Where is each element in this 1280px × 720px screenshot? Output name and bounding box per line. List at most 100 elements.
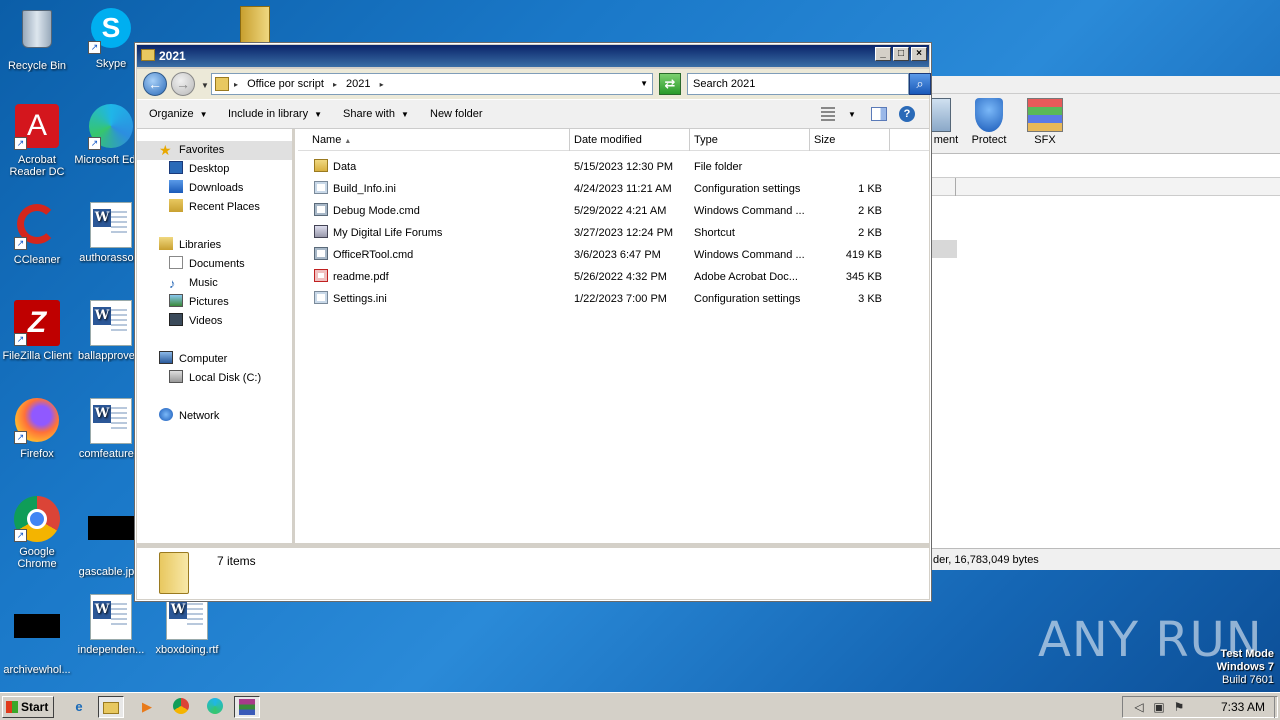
refresh-button[interactable]: ⇄ <box>659 73 681 95</box>
nav-item-videos[interactable]: Videos <box>137 312 222 331</box>
view-options-icon[interactable] <box>821 107 835 121</box>
window-titlebar[interactable]: 2021 _ □ × <box>137 45 929 67</box>
recent-pages-dropdown-icon[interactable]: ▼ <box>201 81 209 90</box>
file-name: Data <box>333 161 357 173</box>
nav-item-local-disk[interactable]: Local Disk (C:) <box>137 369 261 388</box>
media-player-icon[interactable]: ▶ <box>134 696 160 718</box>
desktop-icon-filezilla[interactable]: Z ↗ FileZilla Client <box>0 300 74 362</box>
file-row[interactable]: My Digital Life Forums 3/27/2023 12:24 PM… <box>298 222 929 244</box>
file-row[interactable]: OfficeRTool.cmd 3/6/2023 6:47 PM Windows C… <box>298 244 929 266</box>
breadcrumb-2021[interactable]: 2021 <box>346 74 370 94</box>
column-header-size[interactable]: Size <box>810 129 890 151</box>
preview-pane-icon[interactable] <box>871 107 887 121</box>
column-header-date[interactable]: Date modified <box>570 129 690 151</box>
maximize-button[interactable]: □ <box>893 47 909 61</box>
file-date: 5/26/2022 4:32 PM <box>574 271 667 283</box>
network-tray-icon[interactable]: ▣ <box>1151 699 1167 715</box>
edge-taskbar-icon[interactable] <box>202 696 228 718</box>
sort-ascending-icon: ▲ <box>344 138 352 145</box>
details-pane: 7 items <box>137 545 929 599</box>
shortcut-arrow-icon: ↗ <box>14 529 27 542</box>
nav-item-computer[interactable]: Computer <box>137 350 227 369</box>
winrar-taskbar-icon[interactable] <box>234 696 260 718</box>
desktop-icon-label: xboxdoing.rtf <box>155 644 219 656</box>
help-icon[interactable]: ? <box>899 106 915 122</box>
file-row[interactable]: Data 5/15/2023 12:30 PM File folder <box>298 156 929 178</box>
nav-item-pictures[interactable]: Pictures <box>137 293 229 312</box>
breadcrumb-separator-icon[interactable]: ▸ <box>380 80 384 89</box>
start-button[interactable]: Start <box>2 696 54 718</box>
file-date: 3/6/2023 6:47 PM <box>574 249 661 261</box>
desktop-icon-firefox[interactable]: ↗ Firefox <box>0 398 74 460</box>
show-desktop-button[interactable] <box>1274 696 1280 718</box>
nav-item-libraries[interactable]: Libraries <box>137 236 221 255</box>
desktop-icon-chrome[interactable]: ↗ Google Chrome <box>0 496 74 570</box>
file-row[interactable]: Debug Mode.cmd 5/29/2022 4:21 AM Windows C… <box>298 200 929 222</box>
file-row[interactable]: Build_Info.ini 4/24/2023 11:21 AM Configur… <box>298 178 929 200</box>
pdf-icon <box>314 269 328 282</box>
item-count: 7 items <box>217 554 256 568</box>
action-center-flag-icon[interactable]: ⚑ <box>1171 699 1187 715</box>
toolbar-sfx-button[interactable]: SFX <box>1023 98 1067 146</box>
file-row[interactable]: readme.pdf 5/26/2022 4:32 PM Adobe Acrobat… <box>298 266 929 288</box>
nav-item-favorites[interactable]: ★ Favorites <box>137 141 292 160</box>
address-bar[interactable]: ▸ Office por script ▸ 2021 ▸ ▼ <box>211 73 653 95</box>
search-input[interactable]: Search 2021 <box>687 73 909 95</box>
desktop-icon-independen[interactable]: W independen... <box>74 594 148 656</box>
back-button[interactable]: ← <box>143 72 167 96</box>
desktop-icon-label: Recycle Bin <box>7 60 67 72</box>
firefox-icon: ↗ <box>14 398 60 444</box>
desktop-icon-acrobat[interactable]: A ↗ Acrobat Reader DC <box>0 104 74 178</box>
search-icon[interactable]: ⌕ <box>909 73 931 95</box>
acrobat-icon: A ↗ <box>14 104 60 150</box>
breadcrumb-separator-icon[interactable]: ▸ <box>333 80 337 89</box>
nav-item-label: Desktop <box>189 163 230 175</box>
breadcrumb-separator-icon[interactable]: ▸ <box>234 80 238 89</box>
nav-item-network[interactable]: Network <box>137 407 219 426</box>
background-archive-window[interactable]: ment Protect SFX der, 16,783,049 bytes <box>930 76 1280 570</box>
include-in-library-button[interactable]: Include in library ▼ <box>228 108 322 120</box>
internet-explorer-icon[interactable]: e <box>66 696 92 718</box>
column-header-name[interactable]: Name ▲ <box>298 129 570 151</box>
archive-address-bar[interactable] <box>931 154 1280 178</box>
volume-icon[interactable]: ◁ <box>1131 699 1147 715</box>
file-name: My Digital Life Forums <box>333 227 443 239</box>
desktop-icon-recycle-bin[interactable]: Recycle Bin <box>0 6 74 72</box>
column-header-type[interactable]: Type <box>690 129 810 151</box>
share-with-button[interactable]: Share with ▼ <box>343 108 409 120</box>
desktop-icon-ccleaner[interactable]: ↗ CCleaner <box>0 202 74 266</box>
chrome-taskbar-icon[interactable] <box>168 696 194 718</box>
explorer-window[interactable]: 2021 _ □ × ← → ▼ ▸ Office por script ▸ 2… <box>134 42 932 602</box>
documents-icon <box>169 256 183 269</box>
nav-item-music[interactable]: ♪ Music <box>137 274 218 293</box>
file-name: OfficeRTool.cmd <box>333 249 414 261</box>
file-list: Name ▲ Date modified Type Size Data 5/15/… <box>298 129 929 543</box>
explorer-taskbar-icon[interactable] <box>98 696 124 718</box>
desktop-icon-xboxdoing[interactable]: W xboxdoing.rtf <box>150 594 224 656</box>
minimize-button[interactable]: _ <box>875 47 891 61</box>
toolbar-protect-button[interactable]: Protect <box>967 98 1011 146</box>
desktop-icon-archivewhol[interactable]: archivewhol... <box>0 594 74 676</box>
breadcrumb-office-por-script[interactable]: Office por script <box>247 74 324 94</box>
address-dropdown-icon[interactable]: ▼ <box>640 74 648 94</box>
file-type: File folder <box>694 161 743 173</box>
file-row[interactable]: Settings.ini 1/22/2023 7:00 PM Configurati… <box>298 288 929 310</box>
nav-item-recent-places[interactable]: Recent Places <box>137 198 260 217</box>
ccleaner-icon: ↗ <box>14 204 60 250</box>
archive-selected-row[interactable] <box>931 240 957 258</box>
column-header-row: Name ▲ Date modified Type Size <box>298 129 929 151</box>
shortcut-arrow-icon: ↗ <box>14 137 27 150</box>
nav-item-documents[interactable]: Documents <box>137 255 245 274</box>
word-document-icon: W <box>88 594 134 640</box>
forward-button[interactable]: → <box>171 72 195 96</box>
nav-item-desktop[interactable]: Desktop <box>137 160 229 179</box>
nav-item-label: Music <box>189 277 218 289</box>
view-dropdown-icon[interactable]: ▼ <box>848 110 856 119</box>
close-button[interactable]: × <box>911 47 927 61</box>
nav-item-downloads[interactable]: Downloads <box>137 179 243 198</box>
toolbar-comment-button[interactable]: ment <box>931 98 961 146</box>
clock[interactable]: 7:33 AM <box>1221 697 1265 717</box>
new-folder-button[interactable]: New folder <box>430 108 483 120</box>
nav-item-label: Network <box>179 410 220 422</box>
organize-button[interactable]: Organize ▼ <box>149 108 208 120</box>
